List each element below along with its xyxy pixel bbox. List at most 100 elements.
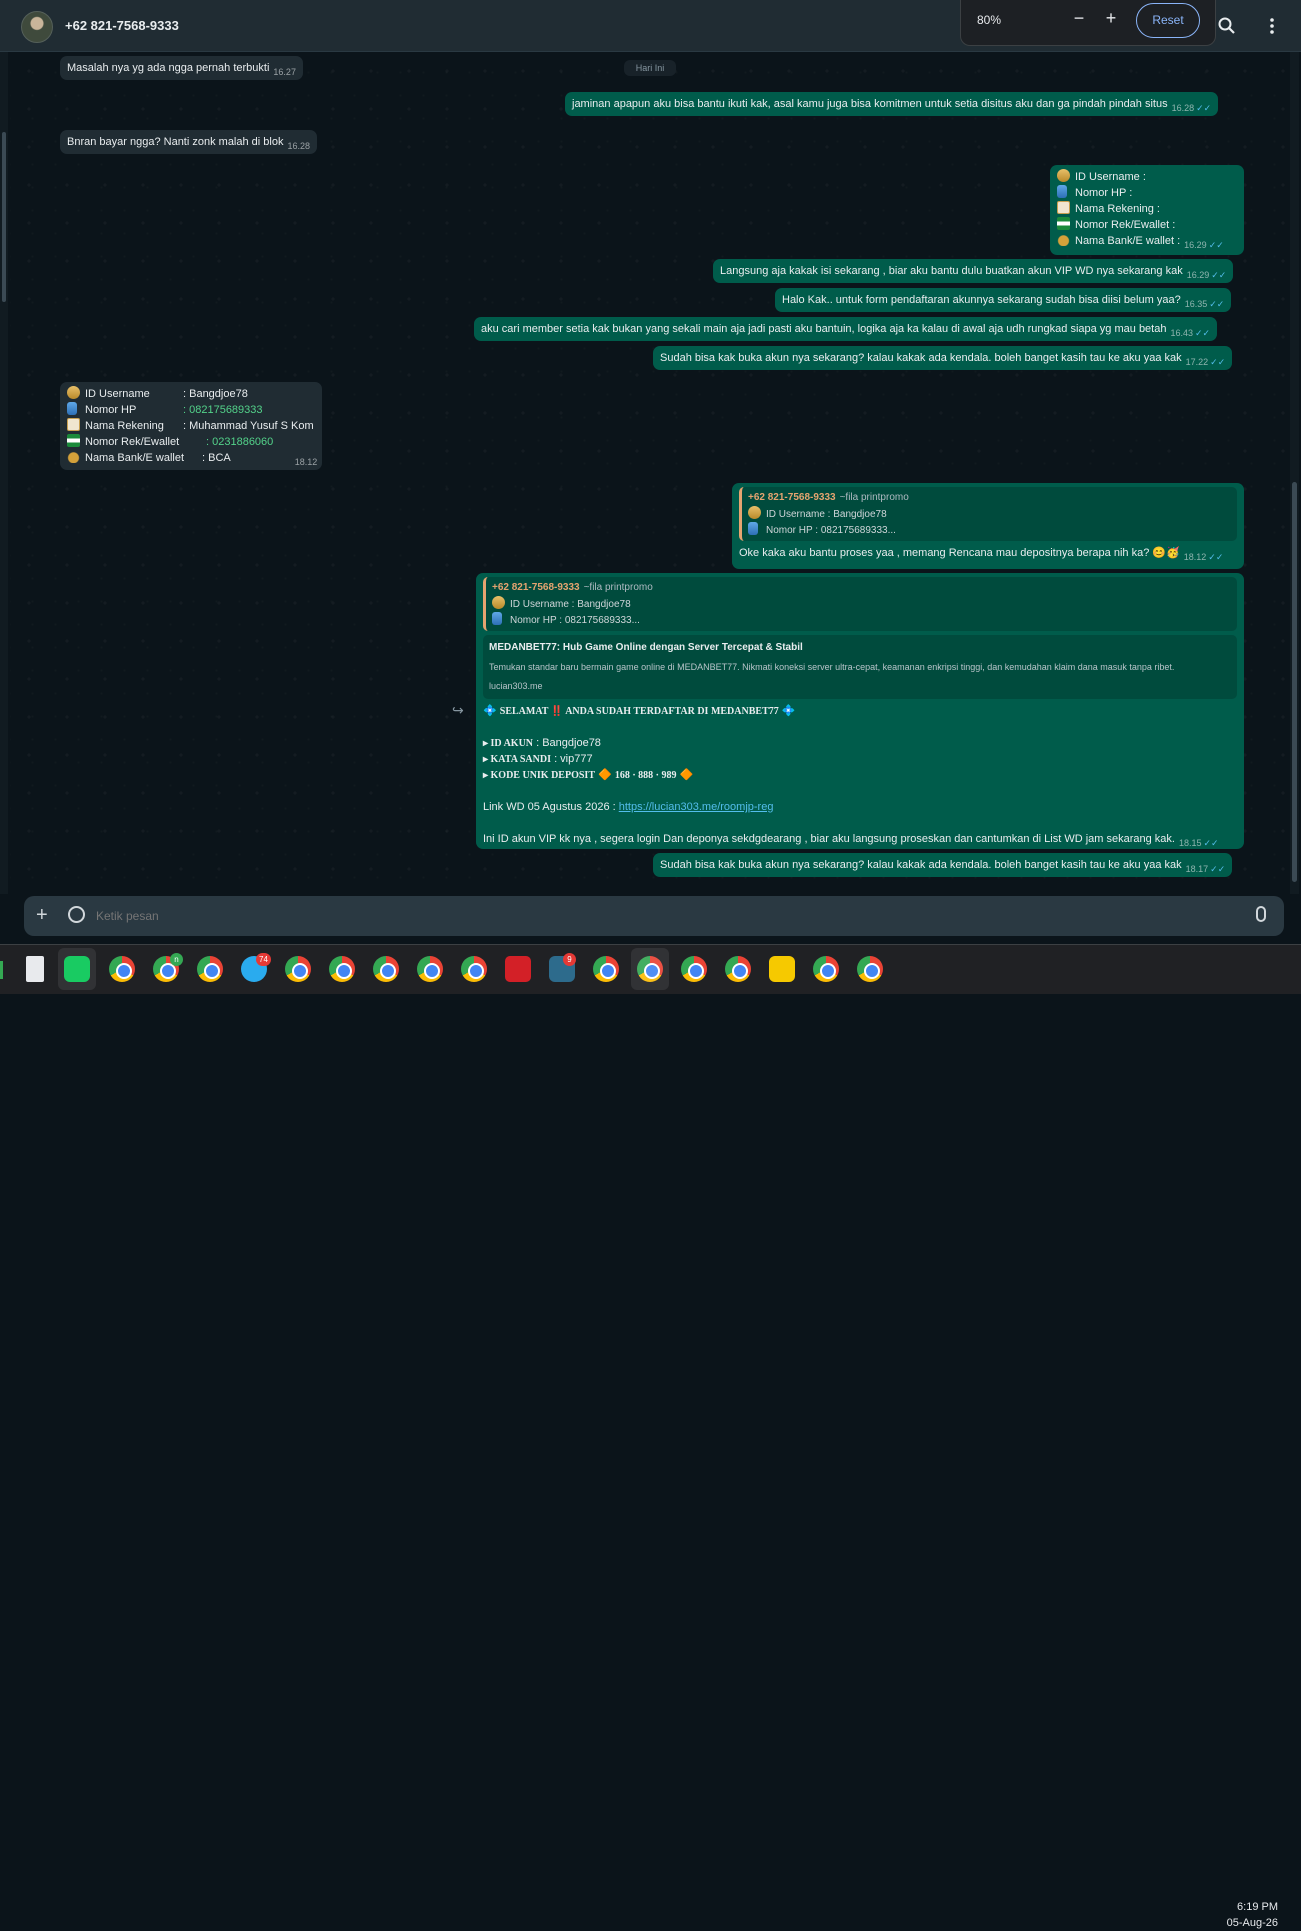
message-time: 16.29 [1184, 240, 1207, 250]
chrome-icon[interactable] [417, 956, 443, 982]
form-row: Nama Rekening : Muhammad Yusuf S Kom [67, 418, 315, 434]
preview-title: MEDANBET77: Hub Game Online dengan Serve… [489, 642, 803, 653]
form-value: : Muhammad Yusuf S Kom [183, 420, 314, 432]
outgoing-message[interactable]: Sudah bisa kak buka akun nya sekarang? k… [653, 346, 1233, 370]
whatsapp-web-window: +62 821-7568-9333 80% − + Reset Hari Ini… [0, 0, 1301, 944]
form-row: Nama Rekening : [1057, 201, 1237, 217]
files-app-icon[interactable] [26, 956, 44, 982]
outgoing-message[interactable]: jaminan apapun aku bisa bantu ikuti kak,… [565, 92, 1219, 116]
active-app-highlight [58, 948, 96, 990]
outgoing-reply-message[interactable]: +62 821-7568-9333 ~fila printpromo ID Use… [732, 483, 1244, 569]
read-receipt-icon: ✓✓ [1195, 328, 1211, 338]
message-time: 18.12 [294, 457, 318, 467]
message-time: 18.17 [1185, 864, 1209, 874]
chrome-icon[interactable] [813, 956, 839, 982]
deposit-code-label: ▸ KODE UNIK DEPOSIT [483, 770, 595, 781]
chat-scrollbar[interactable] [1290, 52, 1299, 894]
message-text: Sudah bisa kak buka akun nya sekarang? k… [660, 859, 1182, 871]
chrome-icon[interactable] [329, 956, 355, 982]
chrome-icon[interactable] [593, 956, 619, 982]
chrome-icon[interactable] [373, 956, 399, 982]
outgoing-message[interactable]: aku cari member setia kak bukan yang sek… [474, 317, 1218, 341]
money-bag-icon [1057, 233, 1070, 246]
form-row: Nomor Rek/Ewallet : 0231886060 [67, 434, 315, 450]
deposit-code-row: ▸ KODE UNIK DEPOSIT 🔶 168 · 888 · 989 🔶 [483, 767, 1237, 783]
notification-badge: 74 [256, 953, 271, 966]
link-preview-card[interactable]: MEDANBET77: Hub Game Online dengan Serve… [483, 635, 1237, 699]
yellow-app-icon[interactable] [769, 956, 795, 982]
quoted-alias: ~fila printpromo [839, 492, 909, 503]
account-number-link[interactable]: : 0231886060 [206, 436, 273, 448]
zoom-out-button[interactable]: − [1068, 8, 1090, 29]
chrome-icon[interactable] [285, 956, 311, 982]
contact-avatar[interactable] [21, 11, 53, 43]
chrome-icon[interactable] [857, 956, 883, 982]
form-row: ID Username : [1057, 169, 1237, 185]
read-receipt-icon: ✓✓ [1208, 240, 1224, 250]
message-time: 16.29 [1186, 270, 1210, 280]
zoom-in-button[interactable]: + [1100, 8, 1122, 29]
message-input[interactable] [96, 907, 1216, 925]
outgoing-message[interactable]: Halo Kak.. untuk form pendaftaran akunny… [775, 288, 1232, 312]
message-text: Bnran bayar ngga? Nanti zonk malah di bl… [67, 136, 284, 148]
message-time: 16.28 [1171, 103, 1195, 113]
search-icon[interactable] [1217, 16, 1237, 36]
form-label: Nama Rekening [85, 420, 164, 432]
outgoing-message[interactable]: Sudah bisa kak buka akun nya sekarang? k… [653, 853, 1233, 877]
read-receipt-icon: ✓✓ [1210, 864, 1226, 874]
sticker-emoji-icon[interactable] [68, 906, 85, 923]
deposit-code-value: 168 · 888 · 989 [614, 770, 677, 781]
wd-link[interactable]: https://lucian303.me/roomjp-reg [619, 801, 774, 813]
chrome-icon[interactable] [109, 956, 135, 982]
quoted-row: ID Username : Bangdjoe78 [766, 509, 887, 520]
user-icon [67, 386, 80, 399]
clock-time: 6:19 PM [1237, 1901, 1278, 1913]
wd-link-row: Link WD 05 Agustus 2026 : https://lucian… [483, 799, 1237, 815]
chrome-icon[interactable] [725, 956, 751, 982]
outgoing-message[interactable]: Langsung aja kakak isi sekarang , biar a… [713, 259, 1234, 283]
form-row: Nomor HP : 082175689333 [67, 402, 315, 418]
quoted-sender: +62 821-7568-9333 [492, 582, 580, 593]
quoted-message[interactable]: +62 821-7568-9333 ~fila printpromo ID Use… [483, 577, 1237, 631]
account-id-value: : Bangdjoe78 [536, 737, 601, 749]
incoming-message[interactable]: Bnran bayar ngga? Nanti zonk malah di bl… [60, 130, 317, 154]
diamond-icon: 💠 [483, 705, 497, 717]
quoted-sender: +62 821-7568-9333 [748, 492, 836, 503]
incoming-message[interactable]: Masalah nya yg ada ngga pernah terbukti 1… [60, 56, 303, 80]
quoted-message[interactable]: +62 821-7568-9333 ~fila printpromo ID Use… [739, 487, 1237, 541]
message-text: Sudah bisa kak buka akun nya sekarang? k… [660, 352, 1182, 364]
phone-icon [492, 612, 502, 625]
left-scrollbar[interactable] [0, 52, 8, 894]
password-value: : vip777 [554, 753, 593, 765]
phone-icon [67, 402, 77, 415]
password-label: ▸ KATA SANDI [483, 754, 551, 765]
launcher-indicator [0, 961, 3, 979]
more-options-icon[interactable] [1262, 16, 1282, 36]
password-row: ▸ KATA SANDI : vip777 [483, 751, 1237, 767]
chrome-icon[interactable] [681, 956, 707, 982]
system-clock[interactable]: 6:19 PM 05-Aug-26 [1210, 1899, 1278, 1931]
chrome-icon[interactable] [197, 956, 223, 982]
form-row: Nama Bank/E wallet :16.29 ✓✓ [1057, 233, 1237, 250]
read-receipt-icon: ✓✓ [1209, 299, 1225, 309]
zoom-reset-button[interactable]: Reset [1136, 3, 1200, 38]
form-row: Nomor Rek/Ewallet : [1057, 217, 1237, 233]
message-time: 16.35 [1184, 299, 1208, 309]
attach-plus-icon[interactable]: + [36, 904, 48, 927]
incoming-form-message[interactable]: ID Username: Bangdjoe78 Nomor HP: 082175… [60, 382, 322, 470]
chrome-icon[interactable] [461, 956, 487, 982]
microphone-icon[interactable] [1256, 906, 1266, 922]
phone-number-link[interactable]: : 082175689333 [183, 404, 263, 416]
outgoing-account-message[interactable]: +62 821-7568-9333 ~fila printpromo ID Use… [476, 573, 1244, 849]
form-label: Nomor HP [85, 404, 137, 416]
wd-link-label: Link WD 05 Agustus 2026 : [483, 801, 616, 813]
active-app-highlight [631, 948, 669, 990]
wps-office-icon[interactable] [505, 956, 531, 982]
outgoing-form-message[interactable]: ID Username : Nomor HP : Nama Rekening :… [1050, 165, 1244, 255]
clock-date: 05-Aug-26 [1226, 1917, 1278, 1929]
memo-icon [67, 418, 80, 431]
form-label: Nama Rekening : [1075, 203, 1160, 215]
form-label: Nomor Rek/Ewallet [85, 436, 180, 448]
forward-icon[interactable]: ↪ [452, 702, 464, 719]
contact-name[interactable]: +62 821-7568-9333 [65, 18, 179, 33]
